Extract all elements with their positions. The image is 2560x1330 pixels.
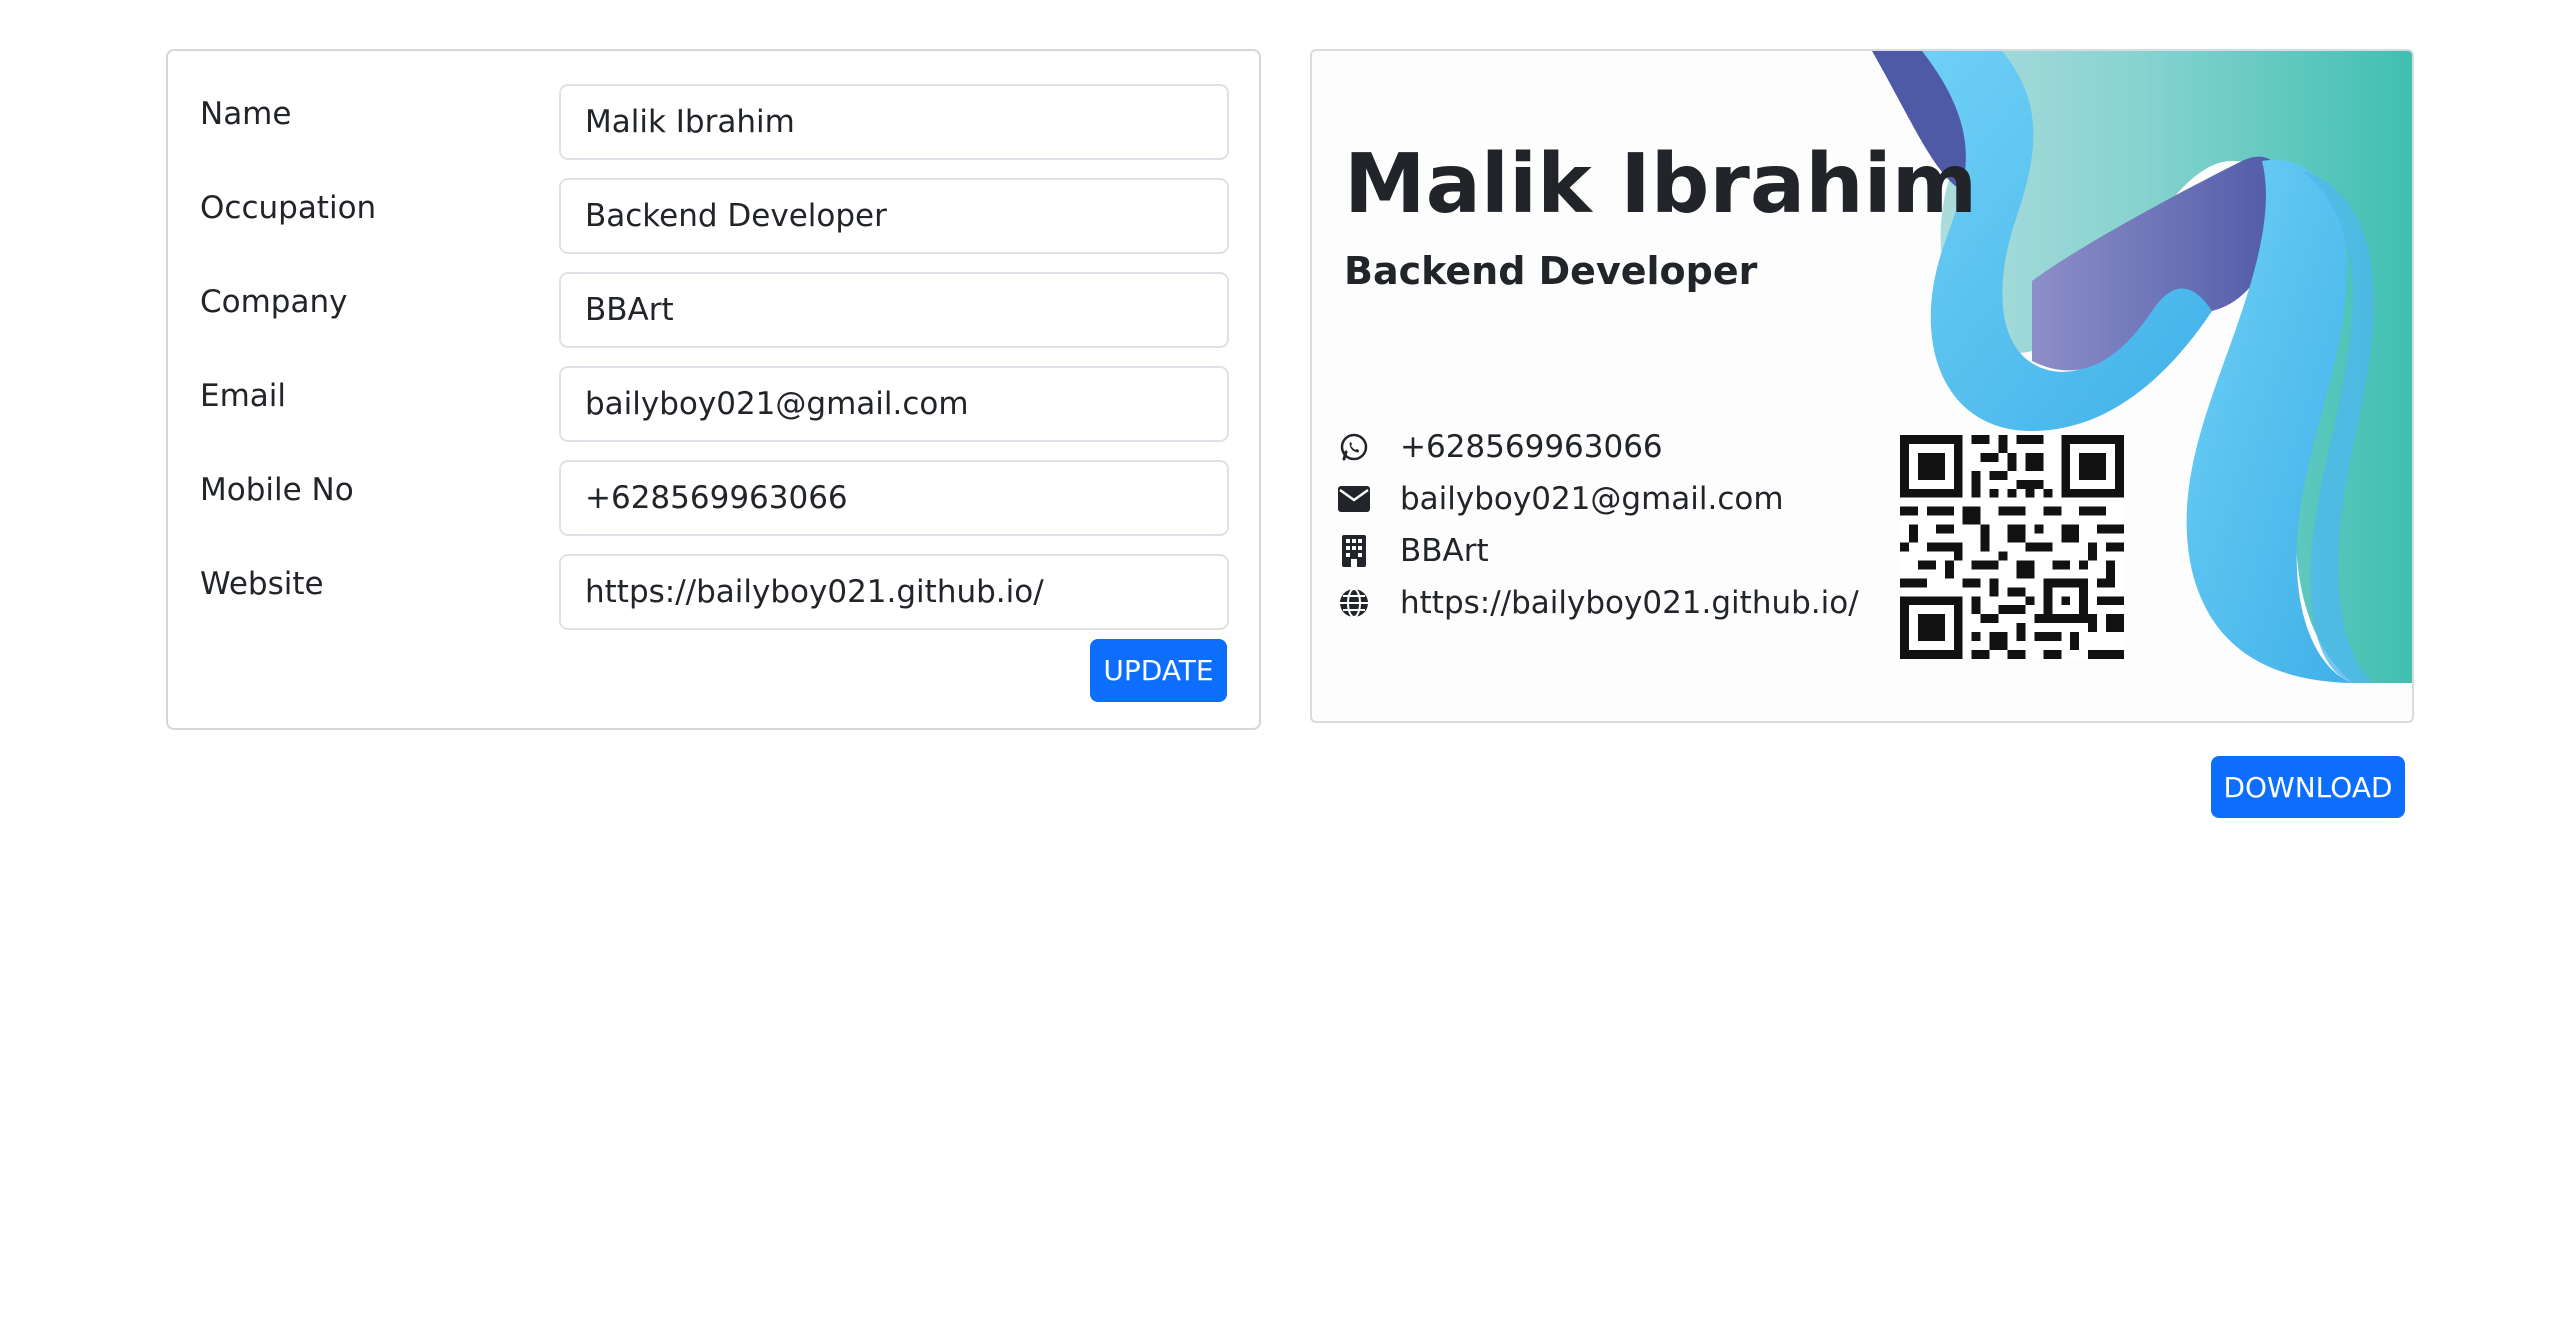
name-input[interactable]: [559, 84, 1229, 160]
qr-code-image: [1900, 435, 2124, 659]
website-input[interactable]: [559, 554, 1229, 630]
envelope-icon: [1336, 481, 1372, 517]
website-row: Website: [168, 554, 1259, 632]
update-button[interactable]: UPDATE: [1090, 639, 1227, 702]
mobile-input[interactable]: [559, 460, 1229, 536]
card-name: Malik Ibrahim: [1344, 137, 1978, 232]
occupation-label: Occupation: [200, 190, 377, 226]
company-row: Company: [168, 272, 1259, 350]
name-label: Name: [200, 96, 292, 132]
globe-icon: [1336, 585, 1372, 621]
occupation-row: Occupation: [168, 178, 1259, 256]
name-row: Name: [168, 84, 1259, 162]
email-label: Email: [200, 378, 287, 414]
company-label: Company: [200, 284, 348, 320]
card-editor-form: Name Occupation Company Email Mobile No …: [166, 49, 1261, 730]
page: Name Occupation Company Email Mobile No …: [0, 0, 2560, 1330]
card-website-row: https://bailyboy021.github.io/: [1336, 581, 1859, 625]
mobile-row: Mobile No: [168, 460, 1259, 538]
occupation-input[interactable]: [559, 178, 1229, 254]
card-phone-row: +628569963066: [1336, 425, 1663, 469]
building-icon: [1336, 533, 1372, 569]
card-company-row: BBArt: [1336, 529, 1489, 573]
card-website-text: https://bailyboy021.github.io/: [1400, 585, 1859, 621]
card-email-row: bailyboy021@gmail.com: [1336, 477, 1784, 521]
email-input[interactable]: [559, 366, 1229, 442]
download-button[interactable]: DOWNLOAD: [2211, 756, 2405, 818]
card-occupation: Backend Developer: [1344, 249, 1758, 293]
mobile-label: Mobile No: [200, 472, 354, 508]
card-phone-text: +628569963066: [1400, 429, 1663, 465]
company-input[interactable]: [559, 272, 1229, 348]
business-card-preview: Malik Ibrahim Backend Developer +6285699…: [1310, 49, 2414, 723]
card-company-text: BBArt: [1400, 533, 1489, 569]
email-row: Email: [168, 366, 1259, 444]
whatsapp-icon: [1336, 429, 1372, 465]
card-email-text: bailyboy021@gmail.com: [1400, 481, 1784, 517]
website-label: Website: [200, 566, 324, 602]
